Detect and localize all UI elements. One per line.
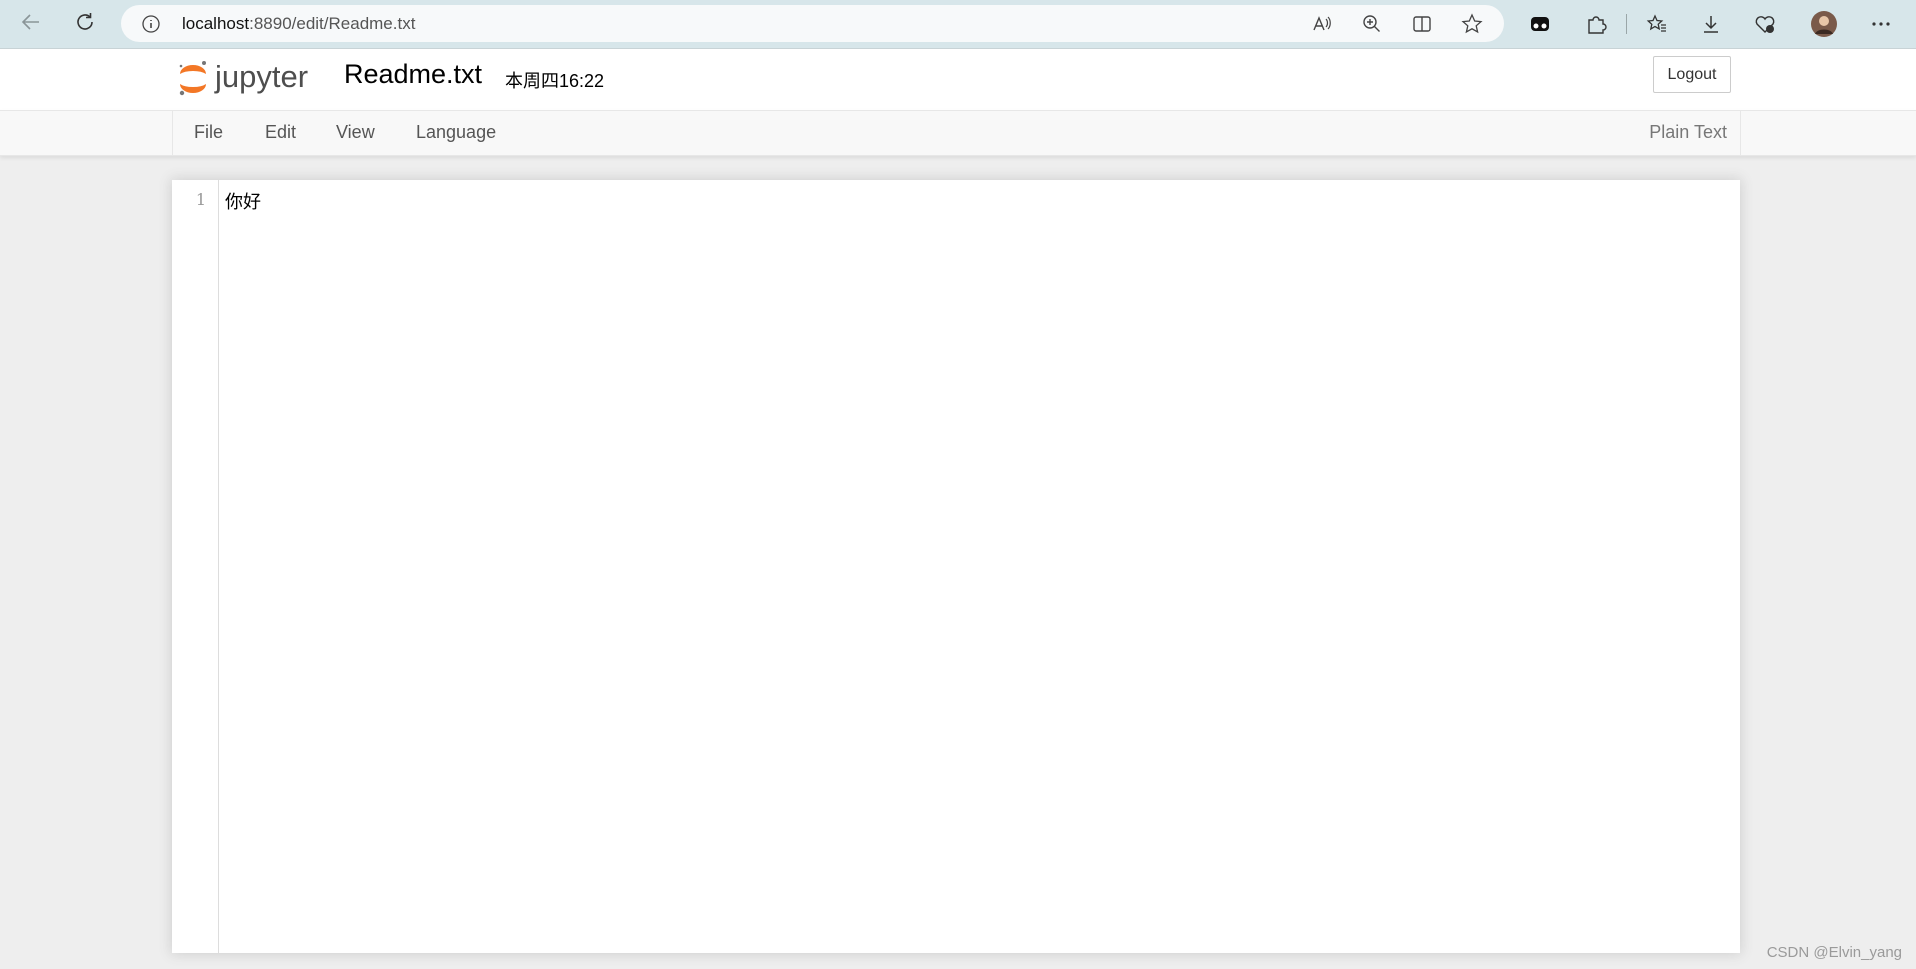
watermark: CSDN @Elvin_yang — [1766, 944, 1902, 961]
menu-view[interactable]: View — [336, 122, 375, 143]
extensions-puzzle-icon[interactable] — [1584, 12, 1608, 36]
refresh-icon — [73, 10, 97, 39]
notebook-filename[interactable]: Readme.txt — [344, 59, 482, 90]
downloads-icon[interactable] — [1699, 12, 1723, 36]
address-bar[interactable]: localhost:8890/edit/Readme.txt — [121, 5, 1504, 42]
jupyter-logo[interactable]: jupyter — [177, 57, 327, 101]
line-number-gutter: 1 — [172, 180, 219, 953]
more-menu-icon[interactable] — [1869, 12, 1893, 36]
read-aloud-icon[interactable] — [1311, 13, 1333, 35]
zoom-icon[interactable] — [1361, 13, 1383, 35]
menu-file[interactable]: File — [194, 122, 223, 143]
url-text[interactable]: localhost:8890/edit/Readme.txt — [182, 14, 415, 34]
editor-line[interactable]: 你好 — [225, 188, 261, 214]
menu-language[interactable]: Language — [416, 122, 496, 143]
site-info-icon[interactable] — [141, 14, 161, 39]
back-arrow-icon — [19, 10, 43, 39]
menubar-container: File Edit View Language Plain Text — [0, 110, 1916, 156]
url-path: :8890/edit/Readme.txt — [249, 14, 416, 33]
logo-wordmark: jupyter — [214, 59, 308, 94]
url-host: localhost — [182, 14, 250, 33]
last-saved-time: 本周四16:22 — [505, 71, 605, 91]
line-number: 1 — [195, 190, 206, 209]
toolbar-divider — [1626, 14, 1627, 34]
profile-avatar[interactable] — [1810, 10, 1838, 38]
favorites-icon[interactable] — [1645, 12, 1669, 36]
favorite-star-icon[interactable] — [1461, 13, 1483, 35]
browser-toolbar: localhost:8890/edit/Readme.txt — [0, 0, 1916, 49]
back-button[interactable] — [16, 9, 46, 39]
text-editor[interactable]: 1 你好 — [172, 180, 1740, 953]
logout-button[interactable]: Logout — [1653, 56, 1731, 93]
editor-mode-indicator: Plain Text — [1649, 122, 1727, 142]
refresh-button[interactable] — [70, 9, 100, 39]
jupyter-header: jupyter Readme.txt 本周四16:22 Logout — [0, 49, 1916, 110]
extension-icon[interactable] — [1528, 12, 1552, 36]
split-screen-icon[interactable] — [1411, 13, 1433, 35]
menu-edit[interactable]: Edit — [265, 122, 296, 143]
menubar: File Edit View Language Plain Text — [172, 111, 1741, 155]
browser-essentials-icon[interactable] — [1753, 12, 1777, 36]
